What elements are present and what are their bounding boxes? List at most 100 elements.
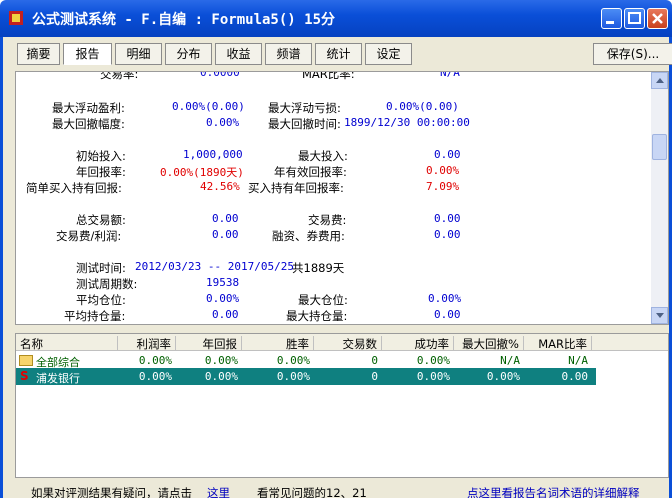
column-header[interactable]: 交易数 [314, 336, 382, 351]
report-value: 19538 [206, 276, 240, 289]
table-cell: 0.00% [204, 370, 238, 383]
report-value: 0.00 [212, 228, 239, 241]
title-bar[interactable]: 公式测试系统 - F.自编 : Formula5() 15分 [0, 0, 672, 37]
grid-header: 名称 利润率 年回报 胜率 交易数 成功率 最大回撤% MAR比率 [16, 334, 668, 351]
tab-income[interactable]: 收益 [215, 43, 262, 65]
table-cell: 0.00% [204, 354, 238, 367]
stock-icon: S [20, 369, 29, 383]
tab-spectrum[interactable]: 频谱 [265, 43, 312, 65]
column-header[interactable]: MAR比率 [524, 336, 592, 351]
close-button[interactable] [647, 8, 668, 29]
report-label: 最大回撤时间: [268, 117, 341, 131]
report-label: 测试周期数: [76, 277, 138, 291]
report-value: 0.00 [212, 212, 239, 225]
save-button[interactable]: 保存(S)... [593, 43, 672, 65]
tab-report[interactable]: 报告 [63, 43, 112, 65]
report-label: 最大仓位: [298, 293, 348, 307]
report-value: 0.00%(1890天) [160, 166, 244, 179]
report-value: 1,000,000 [183, 148, 243, 161]
scroll-up-button[interactable] [651, 72, 668, 89]
chevron-down-icon [655, 313, 664, 318]
scroll-thumb[interactable] [652, 134, 667, 160]
footer-text: 如果对评测结果有疑问，请点击 [31, 486, 192, 498]
table-row-selected[interactable]: S 浦发银行 0.00% 0.00% 0.00% 0 0.00% 0.00% 0… [16, 368, 596, 385]
column-header[interactable]: 名称 [16, 336, 118, 351]
table-cell: 0.00% [416, 354, 450, 367]
table-cell: 0.00% [416, 370, 450, 383]
report-label: 交易费: [308, 213, 347, 227]
table-cell: 0 [371, 370, 378, 383]
report-scrollbar[interactable] [651, 72, 668, 324]
report-label: 交易费/利润: [56, 229, 122, 243]
close-icon [652, 13, 663, 24]
minimize-button[interactable] [601, 8, 622, 29]
report-label: 初始投入: [76, 149, 126, 163]
folder-icon [19, 355, 33, 366]
report-label: 平均仓位: [76, 293, 126, 307]
report-value: 7.09% [426, 180, 460, 193]
table-cell: 0.00% [276, 370, 310, 383]
column-header[interactable]: 年回报 [176, 336, 242, 351]
report-label: 年有效回报率: [274, 165, 347, 179]
tab-settings[interactable]: 设定 [365, 43, 412, 65]
tab-statistics[interactable]: 统计 [315, 43, 362, 65]
table-cell: N/A [500, 354, 520, 367]
column-header[interactable]: 最大回撤% [454, 336, 524, 351]
app-icon [9, 11, 23, 25]
report-value: 0.00 [212, 308, 239, 321]
report-value: 1899/12/30 00:00:00 [344, 116, 470, 129]
table-row[interactable]: 全部综合 0.00% 0.00% 0.00% 0 0.00% N/A N/A [16, 352, 596, 369]
window-title: 公式测试系统 - F.自编 : Formula5() 15分 [32, 12, 336, 28]
faq-link[interactable]: 这里 [207, 485, 230, 498]
report-value: 0.00 [434, 212, 461, 225]
report-value: 0.00 [434, 228, 461, 241]
report-value: 0.00% [206, 292, 240, 305]
maximize-icon [628, 12, 641, 24]
report-panel: 交易率: 0.0000 MAR比率: N/A 最大浮动盈利: 0.00%(0.0… [15, 71, 669, 325]
glossary-link[interactable]: 点这里看报告名词术语的详细解释 [467, 485, 640, 498]
report-label: MAR比率: [302, 71, 355, 81]
tab-detail[interactable]: 明细 [115, 43, 162, 65]
tab-summary[interactable]: 摘要 [17, 43, 60, 65]
report-label: 总交易额: [76, 213, 126, 227]
table-cell: 0.00 [561, 370, 589, 383]
minimize-icon [606, 21, 614, 24]
table-cell: 0.00% [138, 354, 172, 367]
report-label: 测试时间: [76, 261, 126, 275]
table-cell: 0.00% [276, 354, 310, 367]
report-value: 2012/03/23 -- 2017/05/25 [135, 260, 294, 273]
report-label: 最大浮动亏损: [268, 101, 341, 115]
report-label: 最大回撤幅度: [52, 117, 125, 131]
tab-distribution[interactable]: 分布 [165, 43, 212, 65]
scroll-down-button[interactable] [651, 307, 668, 324]
report-label: 年回报率: [76, 165, 126, 179]
report-label: 简单买入持有回报: [26, 181, 122, 195]
report-value: 0.00 [434, 148, 461, 161]
table-cell: 0.00% [138, 370, 172, 383]
report-value: 0.0000 [200, 71, 240, 79]
column-header[interactable]: 成功率 [382, 336, 454, 351]
row-name: 浦发银行 [36, 372, 80, 385]
main-window: 摘要 报告 明细 分布 收益 频谱 统计 设定 保存(S)... 交易率: 0.… [0, 37, 672, 498]
table-cell: 0 [371, 354, 378, 367]
report-value: 0.00% [206, 116, 240, 129]
report-value: N/A [440, 71, 460, 79]
report-value: 0.00%(0.00) [172, 100, 245, 113]
results-grid: 名称 利润率 年回报 胜率 交易数 成功率 最大回撤% MAR比率 全部综合 0… [15, 333, 669, 478]
table-cell: 0.00% [486, 370, 520, 383]
table-cell: N/A [568, 354, 588, 367]
report-label: 平均持仓量: [64, 309, 126, 323]
report-label: 买入持有年回报率: [248, 181, 344, 195]
report-value: 0.00%(0.00) [386, 100, 459, 113]
report-value: 0.00 [434, 308, 461, 321]
report-label: 融资、券费用: [272, 229, 345, 243]
report-value: 0.00% [426, 164, 460, 177]
footer-text: 看常见问题的12、21 [257, 486, 367, 498]
maximize-button[interactable] [624, 8, 645, 29]
chevron-up-icon [655, 78, 664, 83]
column-header[interactable]: 利润率 [118, 336, 176, 351]
report-label: 最大投入: [298, 149, 348, 163]
report-value: 42.56% [200, 180, 240, 193]
report-label: 最大浮动盈利: [52, 101, 125, 115]
column-header[interactable]: 胜率 [242, 336, 314, 351]
